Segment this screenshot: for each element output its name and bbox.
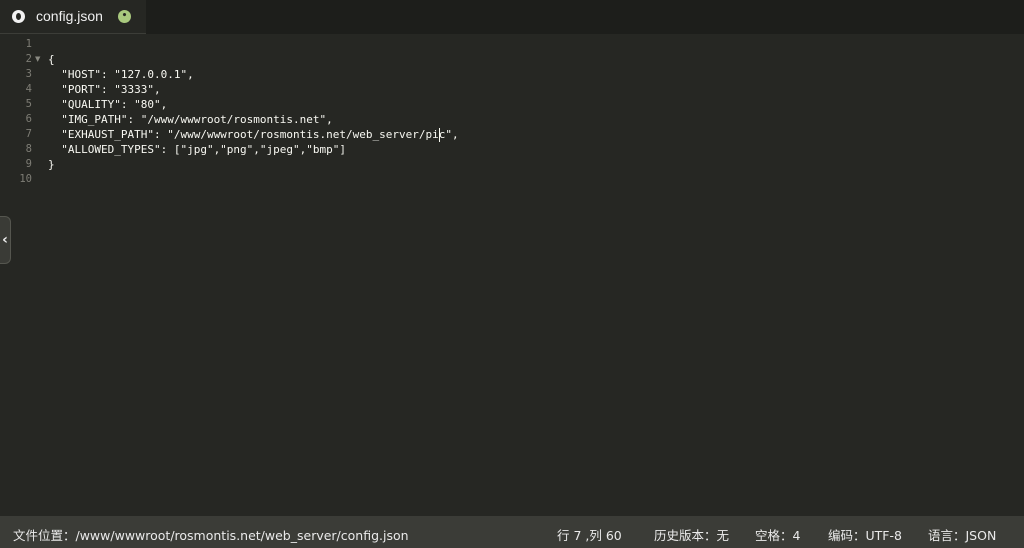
- file-path: 文件位置：/www/wwwroot/rosmontis.net/web_serv…: [13, 528, 409, 543]
- history-versions[interactable]: 历史版本：无: [654, 525, 729, 544]
- code-line[interactable]: {: [48, 52, 55, 67]
- tab-title: config.json: [36, 8, 103, 24]
- file-encoding[interactable]: 编码：UTF-8: [828, 525, 902, 544]
- chevron-left-icon: ‹: [2, 232, 8, 248]
- code-editor[interactable]: 1 2 ▼ 3 4 5 6 7 8 9 10 { "HOST": "127.0.…: [0, 34, 1024, 516]
- code-line[interactable]: "EXHAUST_PATH": "/www/wwwroot/rosmontis.…: [48, 127, 458, 142]
- tab-config-json[interactable]: config.json •: [0, 0, 146, 34]
- line-number: 2: [25, 53, 32, 65]
- code-line[interactable]: "QUALITY": "80",: [48, 97, 167, 112]
- line-number-gutter: 1 2 ▼ 3 4 5 6 7 8 9 10: [0, 34, 44, 516]
- line-number: 9: [25, 158, 32, 170]
- line-number: 4: [25, 83, 32, 95]
- code-line[interactable]: "HOST": "127.0.0.1",: [48, 67, 193, 82]
- line-number: 10: [19, 173, 32, 185]
- code-line[interactable]: "PORT": "3333",: [48, 82, 160, 97]
- code-line[interactable]: }: [48, 157, 55, 172]
- status-bar: 文件位置：/www/wwwroot/rosmontis.net/web_serv…: [0, 516, 1024, 548]
- line-number: 1: [25, 38, 32, 50]
- fold-arrow-icon[interactable]: ▼: [35, 52, 43, 67]
- line-number: 7: [25, 128, 32, 140]
- editor-window: config.json • 1 2 ▼ 3 4 5 6 7 8 9 10 { "…: [0, 0, 1024, 548]
- line-number: 3: [25, 68, 32, 80]
- code-line[interactable]: "IMG_PATH": "/www/wwwroot/rosmontis.net"…: [48, 112, 333, 127]
- text-cursor: [438, 128, 440, 142]
- line-number: 5: [25, 98, 32, 110]
- tab-bar: config.json •: [0, 0, 1024, 34]
- line-number: 8: [25, 143, 32, 155]
- cursor-position[interactable]: 行 7 ,列 60: [557, 525, 622, 544]
- file-icon: [12, 10, 25, 23]
- code-line[interactable]: "ALLOWED_TYPES": ["jpg","png","jpeg","bm…: [48, 142, 346, 157]
- line-number: 6: [25, 113, 32, 125]
- sidebar-toggle-handle[interactable]: ‹: [0, 216, 11, 264]
- indent-spaces[interactable]: 空格：4: [755, 525, 800, 544]
- code-area[interactable]: { "HOST": "127.0.0.1", "PORT": "3333", "…: [48, 34, 1018, 516]
- unsaved-dot-icon[interactable]: •: [118, 10, 131, 23]
- language-mode[interactable]: 语言：JSON: [928, 525, 996, 544]
